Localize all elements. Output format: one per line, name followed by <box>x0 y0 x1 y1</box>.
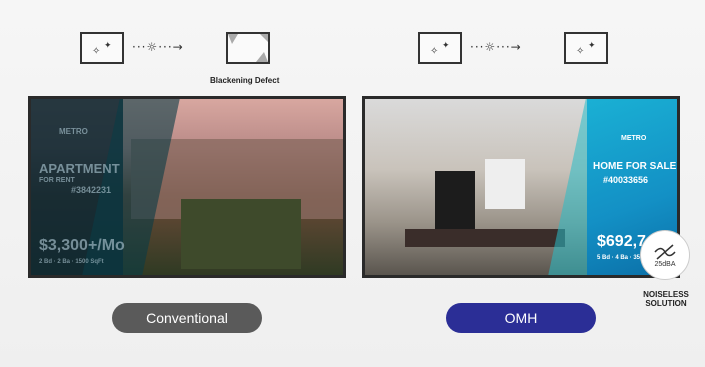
panel-new-icon: ✧ ✦ <box>418 32 462 64</box>
omh-diagram: ✧ ✦ ···☼···→ ✧ ✦ <box>418 32 628 68</box>
noiseless-solution-label: NOISELESS SOLUTION <box>643 290 689 308</box>
listing-id: #40033656 <box>603 175 649 185</box>
fan-crossed-icon <box>654 243 676 260</box>
conventional-display: METRO APARTMENT FOR RENT #3842231 $3,300… <box>28 96 346 278</box>
svg-text:✦: ✦ <box>442 40 450 50</box>
aging-arrow: ···☼···→ <box>470 40 522 54</box>
metro-logo: METRO <box>621 135 647 142</box>
svg-text:✦: ✦ <box>104 40 112 50</box>
listing-heading: HOME FOR SALE <box>593 161 677 172</box>
svg-text:✧: ✧ <box>92 46 100 57</box>
svg-text:✧: ✧ <box>576 46 584 57</box>
listing-price: $3,300+/Mo <box>39 237 125 254</box>
conventional-label: Conventional <box>112 303 262 333</box>
omh-label: OMH <box>446 303 596 333</box>
listing-sub: FOR RENT <box>39 177 75 184</box>
panel-new-icon: ✧ ✦ <box>80 32 124 64</box>
blackening-defect-label: Blackening Defect <box>210 76 280 85</box>
noise-badge: 25dBA <box>640 230 690 280</box>
listing-details: 5 Bd · 4 Ba · 35 <box>597 255 641 261</box>
conventional-diagram: ✧ ✦ ···☼···→ <box>80 32 290 68</box>
comparison-graphic: ✧ ✦ ···☼···→ Blackening Defect ✧ ✦ ···☼·… <box>0 0 705 367</box>
listing-id: #3842231 <box>71 185 112 195</box>
omh-display: METRO HOME FOR SALE #40033656 $692,7 5 B… <box>362 96 680 278</box>
aging-arrow: ···☼···→ <box>132 40 184 54</box>
noise-db: 25dBA <box>654 260 676 268</box>
metro-logo: METRO <box>59 127 88 136</box>
listing-price: $692,7 <box>597 233 646 250</box>
panel-clean-icon: ✧ ✦ <box>564 32 608 64</box>
svg-text:✧: ✧ <box>430 46 438 57</box>
listing-heading: APARTMENT <box>39 161 120 176</box>
svg-text:✦: ✦ <box>588 40 596 50</box>
listing-details: 2 Bd · 2 Ba · 1500 SqFt <box>39 259 104 265</box>
panel-defect-icon <box>226 32 270 64</box>
